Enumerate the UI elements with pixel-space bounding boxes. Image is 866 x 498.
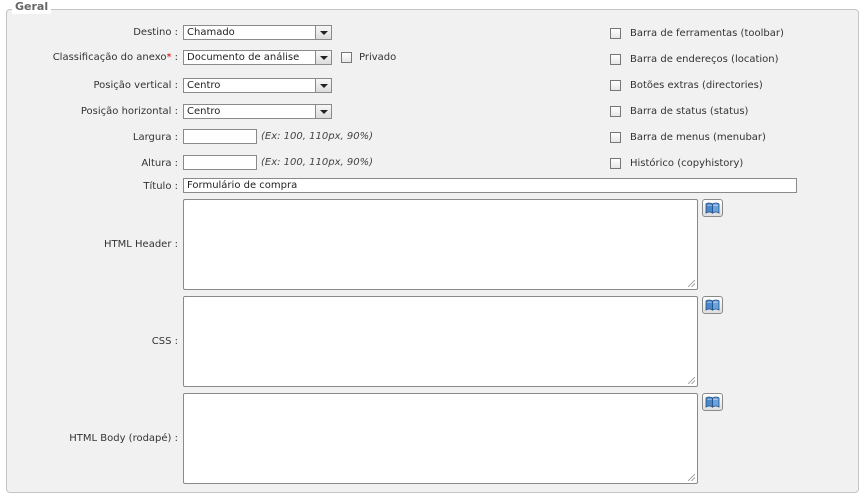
- css-label: CSS :: [151, 336, 178, 347]
- copyhistory-option-label: Histórico (copyhistory): [630, 158, 744, 169]
- destino-value: Chamado: [187, 27, 235, 38]
- directories-option-label: Botões extras (directories): [630, 80, 763, 91]
- chevron-down-icon[interactable]: [315, 105, 331, 118]
- menubar-checkbox[interactable]: [610, 132, 621, 143]
- toolbar-checkbox[interactable]: [610, 28, 621, 39]
- book-icon: [705, 396, 720, 408]
- location-checkbox[interactable]: [610, 54, 621, 65]
- book-icon: [705, 202, 720, 214]
- destino-label: Destino :: [133, 27, 178, 38]
- css-editor-button[interactable]: [702, 296, 723, 314]
- titulo-label: Título :: [143, 181, 178, 192]
- posicao-horizontal-select[interactable]: Centro: [183, 104, 332, 119]
- html-header-editor-button[interactable]: [702, 199, 723, 217]
- largura-input[interactable]: [183, 129, 257, 144]
- posicao-vertical-value: Centro: [187, 80, 221, 91]
- chevron-down-icon[interactable]: [315, 79, 331, 92]
- posicao-vertical-select[interactable]: Centro: [183, 78, 332, 93]
- altura-input[interactable]: [183, 155, 257, 170]
- privado-label: Privado: [359, 52, 397, 63]
- destino-select[interactable]: Chamado: [183, 25, 332, 40]
- html-header-textarea[interactable]: [183, 199, 698, 290]
- chevron-down-icon[interactable]: [315, 51, 331, 64]
- fieldset-legend: Geral: [12, 0, 52, 14]
- resize-grip-icon[interactable]: [688, 377, 695, 384]
- classificacao-value: Documento de análise: [187, 52, 300, 63]
- html-body-label: HTML Body (rodapé) :: [69, 433, 178, 444]
- largura-label: Largura :: [132, 132, 178, 143]
- altura-hint: (Ex: 100, 110px, 90%): [261, 157, 373, 168]
- status-checkbox[interactable]: [610, 106, 621, 117]
- titulo-input[interactable]: Formulário de compra: [183, 178, 797, 193]
- posicao-vertical-label: Posição vertical :: [93, 80, 178, 91]
- resize-grip-icon[interactable]: [688, 474, 695, 481]
- toolbar-option-label: Barra de ferramentas (toolbar): [630, 28, 784, 39]
- location-option-label: Barra de endereços (location): [630, 54, 779, 65]
- status-option-label: Barra de status (status): [630, 106, 749, 117]
- menubar-option-label: Barra de menus (menubar): [630, 132, 766, 143]
- posicao-horizontal-value: Centro: [187, 106, 221, 117]
- classificacao-label: Classificação do anexo* :: [52, 52, 178, 63]
- classificacao-select[interactable]: Documento de análise: [183, 50, 332, 65]
- html-body-textarea[interactable]: [183, 393, 698, 484]
- css-textarea[interactable]: [183, 296, 698, 387]
- posicao-horizontal-label: Posição horizontal :: [80, 106, 178, 117]
- largura-hint: (Ex: 100, 110px, 90%): [261, 131, 373, 142]
- chevron-down-icon[interactable]: [315, 26, 331, 39]
- resize-grip-icon[interactable]: [688, 280, 695, 287]
- book-icon: [705, 299, 720, 311]
- html-header-label: HTML Header :: [104, 239, 178, 250]
- html-body-editor-button[interactable]: [702, 393, 723, 411]
- copyhistory-checkbox[interactable]: [610, 158, 621, 169]
- directories-checkbox[interactable]: [610, 80, 621, 91]
- altura-label: Altura :: [141, 158, 178, 169]
- privado-checkbox[interactable]: [341, 52, 352, 63]
